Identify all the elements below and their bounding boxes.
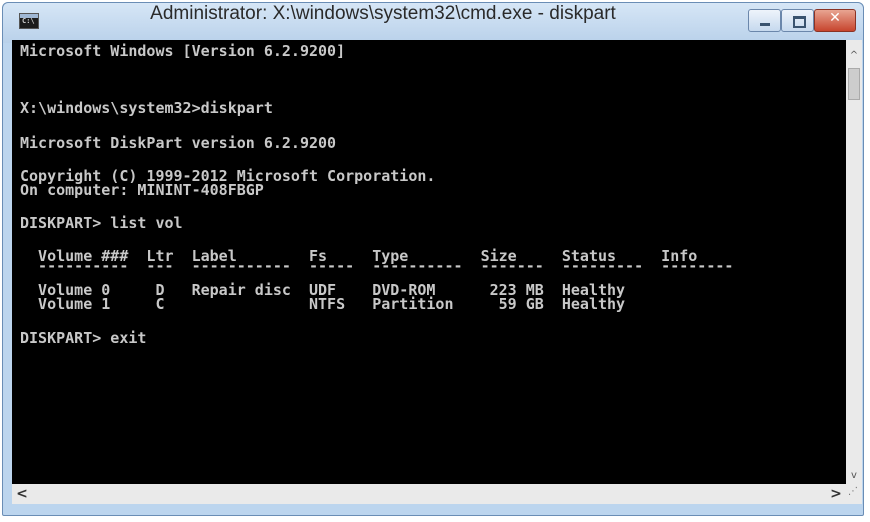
title-bar[interactable]: Administrator: X:\windows\system32\cmd.e… [3,3,863,43]
scroll-left-arrow-icon[interactable]: < [14,484,30,504]
minimize-button[interactable] [748,9,781,32]
scroll-up-arrow-icon[interactable]: ^ [846,48,862,64]
console-line: Microsoft DiskPart version 6.2.9200 [20,134,337,152]
resize-grip-icon[interactable] [846,484,862,504]
console-line: DISKPART> exit [20,329,147,347]
window-title: Administrator: X:\windows\system32\cmd.e… [150,3,616,24]
console-line: On computer: MININT-408FBGP [20,181,264,199]
maximize-button[interactable] [781,9,814,32]
console-line: Volume 1 C NTFS Partition 59 GB Healthy [20,295,626,313]
console-line: X:\windows\system32>diskpart [20,99,273,117]
scroll-down-arrow-icon[interactable]: v [846,468,862,484]
vertical-scroll-thumb[interactable] [848,68,860,100]
vertical-scrollbar[interactable]: ^ v [846,40,862,484]
console-line: ---------- --- ----------- ----- -------… [20,257,734,275]
horizontal-scrollbar[interactable]: < > [12,484,846,504]
console-output[interactable]: Microsoft Windows [Version 6.2.9200] X:\… [12,40,846,484]
console-line: Microsoft Windows [Version 6.2.9200] [20,42,346,60]
scroll-right-arrow-icon[interactable]: > [828,484,844,504]
console-line: DISKPART> list vol [20,214,183,232]
close-button[interactable] [814,9,856,32]
